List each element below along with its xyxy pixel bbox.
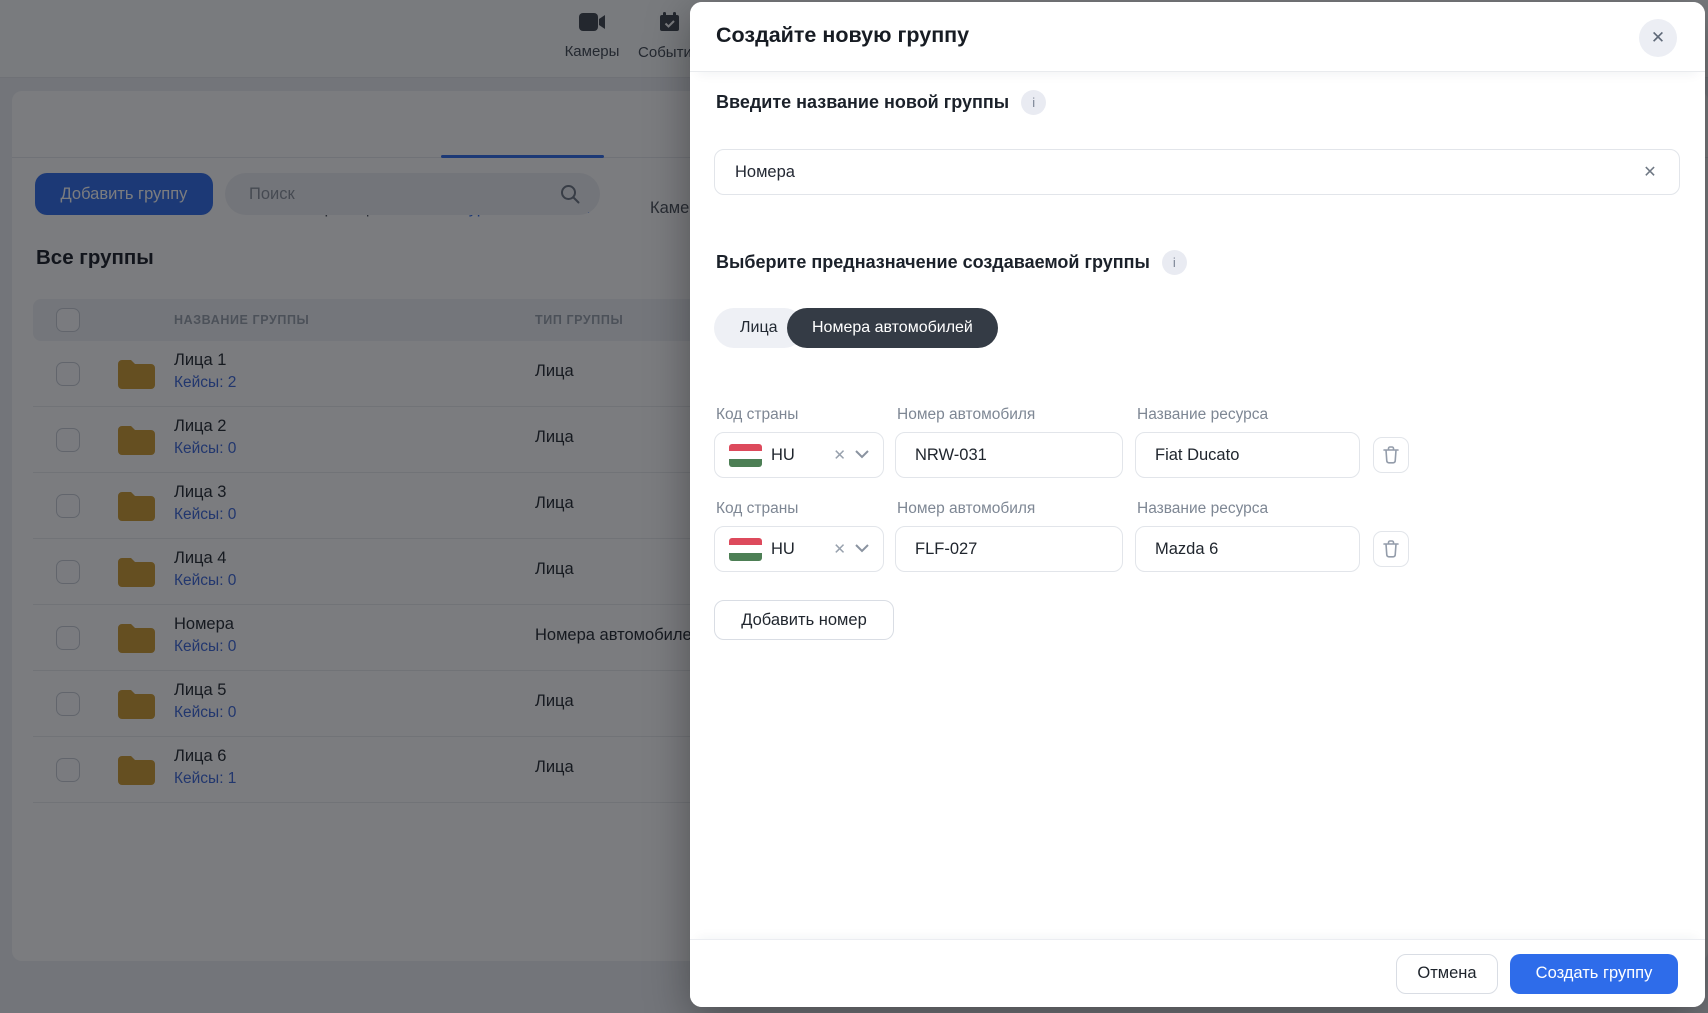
name-section-label-text: Введите название новой группы (716, 92, 1009, 113)
country-select[interactable]: HU ✕ (714, 432, 884, 478)
vehicle-number-input[interactable] (895, 432, 1123, 478)
clear-icon[interactable]: ✕ (833, 540, 846, 558)
clear-icon[interactable]: ✕ (1639, 161, 1661, 183)
add-number-button[interactable]: Добавить номер (714, 600, 894, 640)
group-name-input[interactable] (735, 150, 1635, 194)
create-group-button[interactable]: Создать группу (1510, 954, 1678, 994)
group-name-field: ✕ (714, 149, 1680, 195)
screen: Камеры События Кейсы аналитики События и… (0, 0, 1708, 1013)
hungary-flag-icon (729, 538, 762, 561)
delete-row-button[interactable] (1373, 531, 1409, 567)
cancel-button[interactable]: Отмена (1396, 954, 1498, 994)
resource-name-input[interactable] (1135, 526, 1360, 572)
close-icon[interactable]: ✕ (1639, 19, 1677, 57)
purpose-section-label-text: Выберите предназначение создаваемой груп… (716, 252, 1150, 273)
resource-name-label: Название ресурса (1137, 500, 1268, 518)
delete-row-button[interactable] (1373, 437, 1409, 473)
country-code-value: HU (771, 540, 824, 559)
vehicle-number-label: Номер автомобиля (897, 406, 1035, 424)
modal-header: Создайте новую группу ✕ (690, 2, 1705, 72)
hungary-flag-icon (729, 444, 762, 467)
chevron-down-icon[interactable] (855, 446, 869, 464)
country-code-label: Код страны (716, 406, 798, 424)
vehicle-number-label: Номер автомобиля (897, 500, 1035, 518)
country-code-value: HU (771, 446, 824, 465)
resource-name-input[interactable] (1135, 432, 1360, 478)
vehicle-number-input[interactable] (895, 526, 1123, 572)
modal-footer: Отмена Создать группу (690, 939, 1705, 1007)
trash-icon (1383, 446, 1399, 464)
resource-name-label: Название ресурса (1137, 406, 1268, 424)
chevron-down-icon[interactable] (855, 540, 869, 558)
trash-icon (1383, 540, 1399, 558)
info-icon[interactable]: i (1021, 90, 1046, 115)
modal-title: Создайте новую группу (716, 23, 969, 48)
purpose-section-label: Выберите предназначение создаваемой груп… (716, 250, 1187, 275)
create-group-modal: Создайте новую группу ✕ Введите название… (690, 2, 1705, 1007)
clear-icon[interactable]: ✕ (833, 446, 846, 464)
info-icon[interactable]: i (1162, 250, 1187, 275)
country-code-label: Код страны (716, 500, 798, 518)
country-select[interactable]: HU ✕ (714, 526, 884, 572)
name-section-label: Введите название новой группы i (716, 90, 1046, 115)
purpose-option-plates[interactable]: Номера автомобилей (787, 308, 998, 348)
